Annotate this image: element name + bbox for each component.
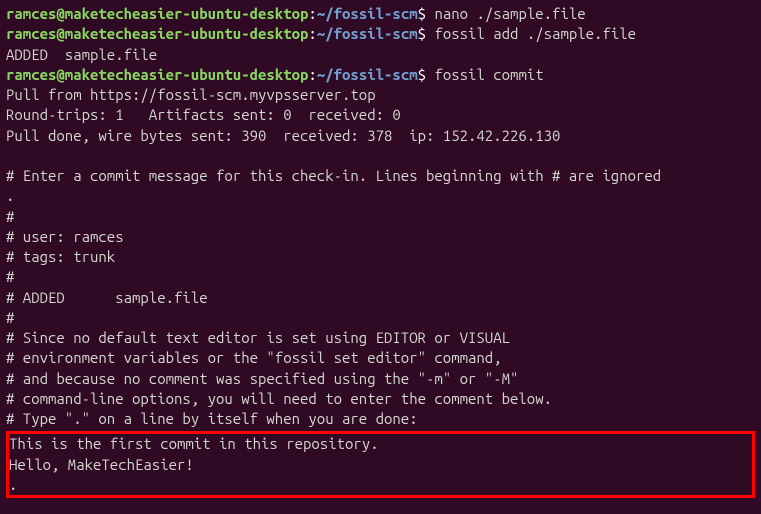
- output-hash1: #: [6, 207, 755, 227]
- input-line-1[interactable]: This is the first commit in this reposit…: [9, 434, 752, 454]
- prompt-path: ~/fossil-scm: [317, 66, 418, 83]
- prompt-path: ~/fossil-scm: [317, 25, 418, 42]
- output-editor2: # environment variables or the "fossil s…: [6, 348, 755, 368]
- command-2[interactable]: fossil add ./sample.file: [434, 25, 636, 42]
- output-pull-done: Pull done, wire bytes sent: 390 received…: [6, 126, 755, 146]
- input-line-2[interactable]: Hello, MakeTechEasier!: [9, 455, 752, 475]
- prompt-line-2: ramces@maketecheasier-ubuntu-desktop:~/f…: [6, 24, 755, 44]
- output-tags-line: # tags: trunk: [6, 247, 755, 267]
- output-hash2: #: [6, 267, 755, 287]
- output-hash3: #: [6, 308, 755, 328]
- prompt-line-1: ramces@maketecheasier-ubuntu-desktop:~/f…: [6, 4, 755, 24]
- output-editor3: # and because no comment was specified u…: [6, 369, 755, 389]
- prompt-colon: :: [308, 5, 316, 22]
- output-added-line: # ADDED sample.file: [6, 288, 755, 308]
- output-comment1: # Enter a commit message for this check-…: [6, 166, 755, 186]
- prompt-colon: :: [308, 25, 316, 42]
- command-3[interactable]: fossil commit: [434, 66, 543, 83]
- output-blank1: [6, 146, 755, 166]
- output-editor4: # command-line options, you will need to…: [6, 389, 755, 409]
- prompt-colon: :: [308, 66, 316, 83]
- user-input-highlight: This is the first commit in this reposit…: [6, 431, 755, 498]
- output-user-line: # user: ramces: [6, 227, 755, 247]
- prompt-dollar: $: [418, 5, 435, 22]
- prompt-user: ramces@maketecheasier-ubuntu-desktop: [6, 5, 308, 22]
- output-pull-from: Pull from https://fossil-scm.myvpsserver…: [6, 85, 755, 105]
- prompt-dollar: $: [418, 66, 435, 83]
- output-added: ADDED sample.file: [6, 45, 755, 65]
- input-line-3[interactable]: .: [9, 475, 752, 495]
- output-dot1: .: [6, 186, 755, 206]
- output-editor5: # Type "." on a line by itself when you …: [6, 409, 755, 429]
- prompt-line-3: ramces@maketecheasier-ubuntu-desktop:~/f…: [6, 65, 755, 85]
- prompt-user: ramces@maketecheasier-ubuntu-desktop: [6, 25, 308, 42]
- output-editor1: # Since no default text editor is set us…: [6, 328, 755, 348]
- prompt-user: ramces@maketecheasier-ubuntu-desktop: [6, 66, 308, 83]
- output-round-trips: Round-trips: 1 Artifacts sent: 0 receive…: [6, 105, 755, 125]
- command-1[interactable]: nano ./sample.file: [434, 5, 585, 22]
- prompt-dollar: $: [418, 25, 435, 42]
- prompt-path: ~/fossil-scm: [317, 5, 418, 22]
